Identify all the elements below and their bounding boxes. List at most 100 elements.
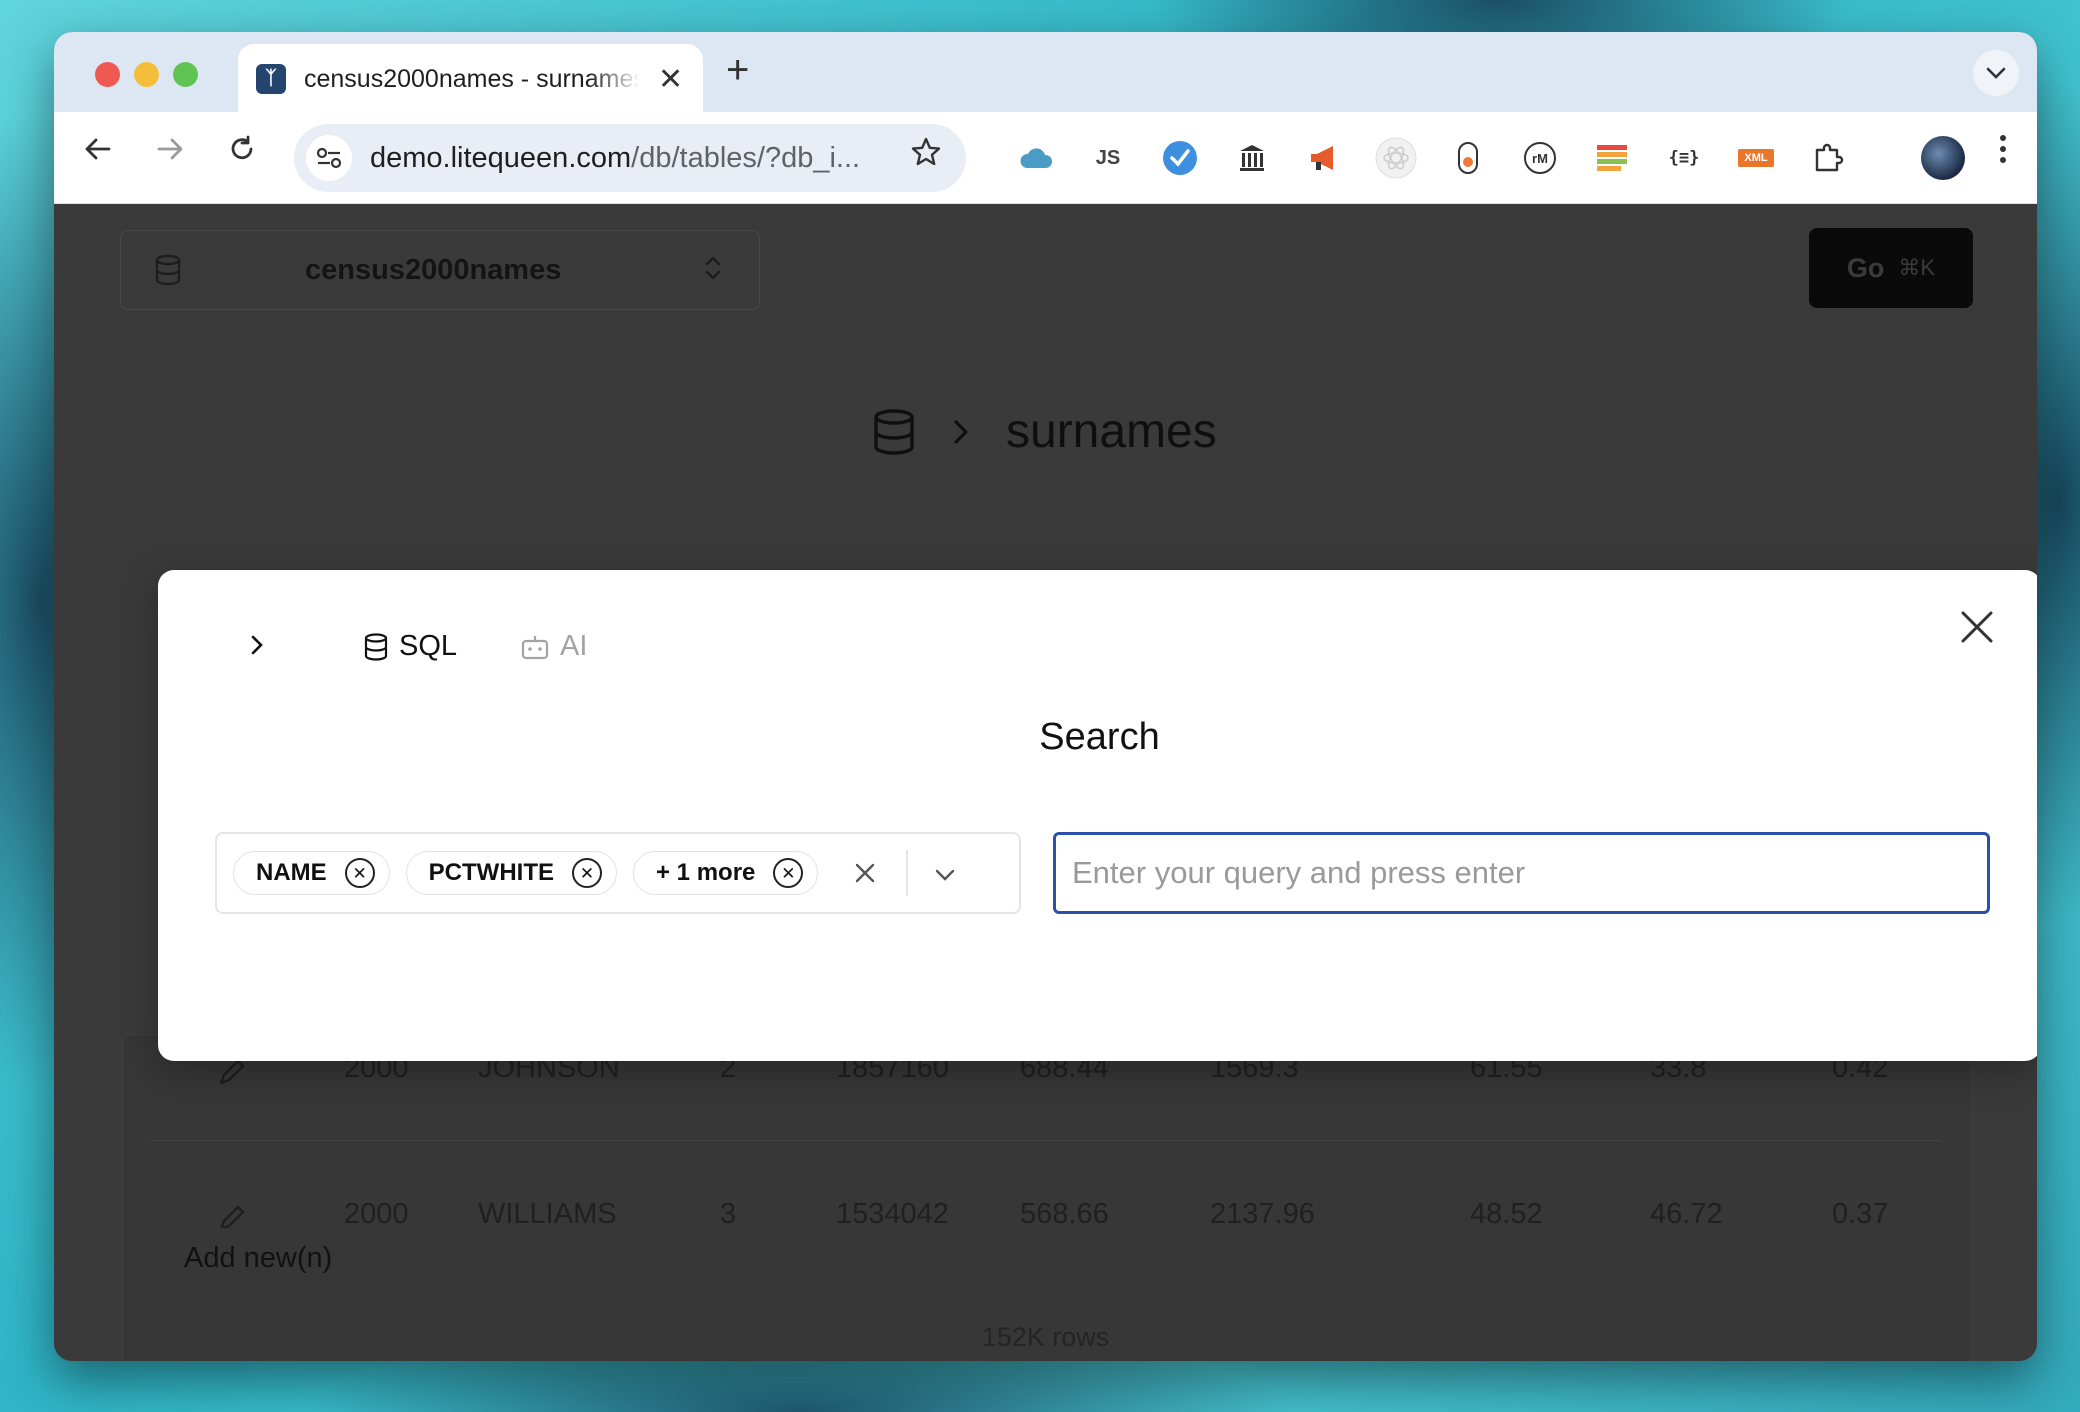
cell-cum-prop100k: 2137.96 [1210, 1198, 1315, 1228]
browser-toolbar: demo.litequeen.com/db/tables/?db_i... JS… [54, 112, 2037, 204]
window-controls [95, 62, 198, 87]
go-shortcut: ⌘K [1898, 255, 1936, 280]
search-query-input[interactable] [1053, 832, 1990, 914]
litequeen-favicon-icon: ᛉ [256, 64, 286, 94]
back-button[interactable] [74, 134, 122, 173]
row-count: 152K rows [981, 1322, 1110, 1352]
reload-button[interactable] [218, 134, 266, 173]
dialog-title: Search [1039, 716, 1160, 758]
chip-label: NAME [256, 859, 327, 886]
columns-icon[interactable] [1216, 126, 1288, 190]
cell-name: WILLIAMS [478, 1198, 617, 1228]
url-text: demo.litequeen.com/db/tables/?db_i... [370, 142, 890, 175]
remove-chip-icon[interactable]: ✕ [773, 858, 804, 888]
extensions-bar: JS rM {≡} XML [1000, 126, 1864, 190]
add-new-row-button[interactable]: Add new(n) [184, 1242, 332, 1275]
close-icon [1961, 611, 1993, 643]
cell-count: 1534042 [836, 1198, 949, 1228]
chevron-down-icon [1986, 67, 2006, 79]
more-columns-chip[interactable]: + 1 more ✕ [633, 851, 819, 895]
react-icon[interactable] [1360, 126, 1432, 190]
browser-menu-button[interactable] [1999, 134, 2007, 173]
profile-avatar[interactable] [1921, 136, 1965, 180]
arrow-right-icon [157, 138, 183, 160]
tab-search-button[interactable] [1973, 50, 2019, 96]
chevron-right-icon [251, 635, 263, 655]
close-icon [856, 863, 875, 882]
database-name: census2000names [305, 253, 562, 286]
url-path: /db/tables/?db_i... [631, 141, 861, 174]
cell-pctblack: 46.72 [1650, 1198, 1723, 1228]
bot-icon [521, 635, 549, 659]
cell-year: 2000 [344, 1198, 409, 1228]
tab-active[interactable]: ᛉ census2000names - surnames ✕ [238, 44, 703, 114]
clear-all-button[interactable] [854, 854, 876, 893]
tune-icon [316, 147, 342, 169]
zoom-window-button[interactable] [173, 62, 198, 87]
more-vert-icon [2000, 135, 2006, 163]
pencil-icon[interactable] [216, 1202, 248, 1228]
breadcrumb: surnames [872, 404, 1217, 459]
cell-prop100k: 568.66 [1020, 1198, 1109, 1228]
chip-label: + 1 more [656, 859, 756, 886]
address-bar[interactable]: demo.litequeen.com/db/tables/?db_i... [294, 124, 966, 192]
column-chip[interactable]: NAME ✕ [233, 851, 390, 895]
cell-pctwhite: 48.52 [1470, 1198, 1543, 1228]
chevron-up-down-icon [703, 253, 723, 284]
js-icon[interactable]: JS [1072, 126, 1144, 190]
rm-icon[interactable]: rM [1504, 126, 1576, 190]
database-icon [155, 254, 181, 286]
stacked-bars-icon[interactable] [1576, 126, 1648, 190]
megaphone-icon[interactable] [1288, 126, 1360, 190]
new-tab-button[interactable]: + [726, 48, 749, 93]
star-icon [911, 137, 941, 166]
tab-ai-label: AI [560, 630, 588, 662]
chevron-down-icon [936, 869, 955, 881]
remove-chip-icon[interactable]: ✕ [572, 858, 602, 888]
page-title: surnames [1006, 405, 1217, 458]
dropdown-toggle[interactable] [934, 858, 956, 889]
tab-sql-label: SQL [399, 630, 458, 662]
expand-toggle[interactable] [250, 630, 264, 664]
database-icon[interactable] [872, 408, 916, 456]
cell-pctapi: 0.37 [1832, 1198, 1889, 1228]
puzzle-icon[interactable] [1792, 126, 1864, 190]
database-icon [364, 632, 388, 661]
xml-label: XML [1738, 149, 1774, 167]
row-divider [150, 1140, 1941, 1141]
chip-label: PCTWHITE [428, 859, 554, 886]
close-window-button[interactable] [95, 62, 120, 87]
capsule-icon[interactable] [1432, 126, 1504, 190]
arrow-left-icon [85, 138, 111, 160]
xml-icon[interactable]: XML [1720, 126, 1792, 190]
chevron-right-icon [954, 419, 969, 444]
tab-sql[interactable]: SQL [363, 630, 457, 663]
browser-window: ᛉ census2000names - surnames ✕ + demo.li… [54, 32, 2037, 1361]
remove-chip-icon[interactable]: ✕ [344, 858, 375, 888]
bookmark-star-button[interactable] [910, 136, 942, 177]
minimize-window-button[interactable] [134, 62, 159, 87]
checkmark-icon[interactable] [1144, 126, 1216, 190]
tab-title: census2000names - surnames [304, 64, 640, 93]
close-dialog-button[interactable] [1953, 606, 2001, 654]
tab-close-button[interactable]: ✕ [658, 62, 683, 97]
js-label: JS [1095, 146, 1121, 169]
url-host: demo.litequeen.com [370, 141, 632, 174]
json-label: {≡} [1668, 148, 1700, 168]
cell-rank: 3 [720, 1198, 737, 1228]
database-selector[interactable]: census2000names [120, 230, 760, 310]
tab-ai[interactable]: AI [520, 630, 587, 663]
column-chip[interactable]: PCTWHITE ✕ [405, 851, 617, 895]
divider [906, 850, 909, 896]
json-icon[interactable]: {≡} [1648, 126, 1720, 190]
go-label: Go [1846, 252, 1885, 283]
cloud-icon[interactable] [1000, 126, 1072, 190]
search-dialog: SQL AI Search NAME ✕ PCTWHITE ✕ + 1 more… [158, 570, 2037, 1061]
forward-button[interactable] [146, 134, 194, 173]
site-info-button[interactable] [306, 135, 352, 181]
go-command-button[interactable]: Go ⌘K [1809, 228, 1973, 308]
table-row: 2000 WILLIAMS 3 1534042 568.66 2137.96 4… [54, 1198, 2037, 1228]
reload-icon [231, 135, 253, 160]
rm-label: rM [1532, 150, 1548, 166]
column-multiselect[interactable]: NAME ✕ PCTWHITE ✕ + 1 more ✕ [215, 832, 1021, 914]
